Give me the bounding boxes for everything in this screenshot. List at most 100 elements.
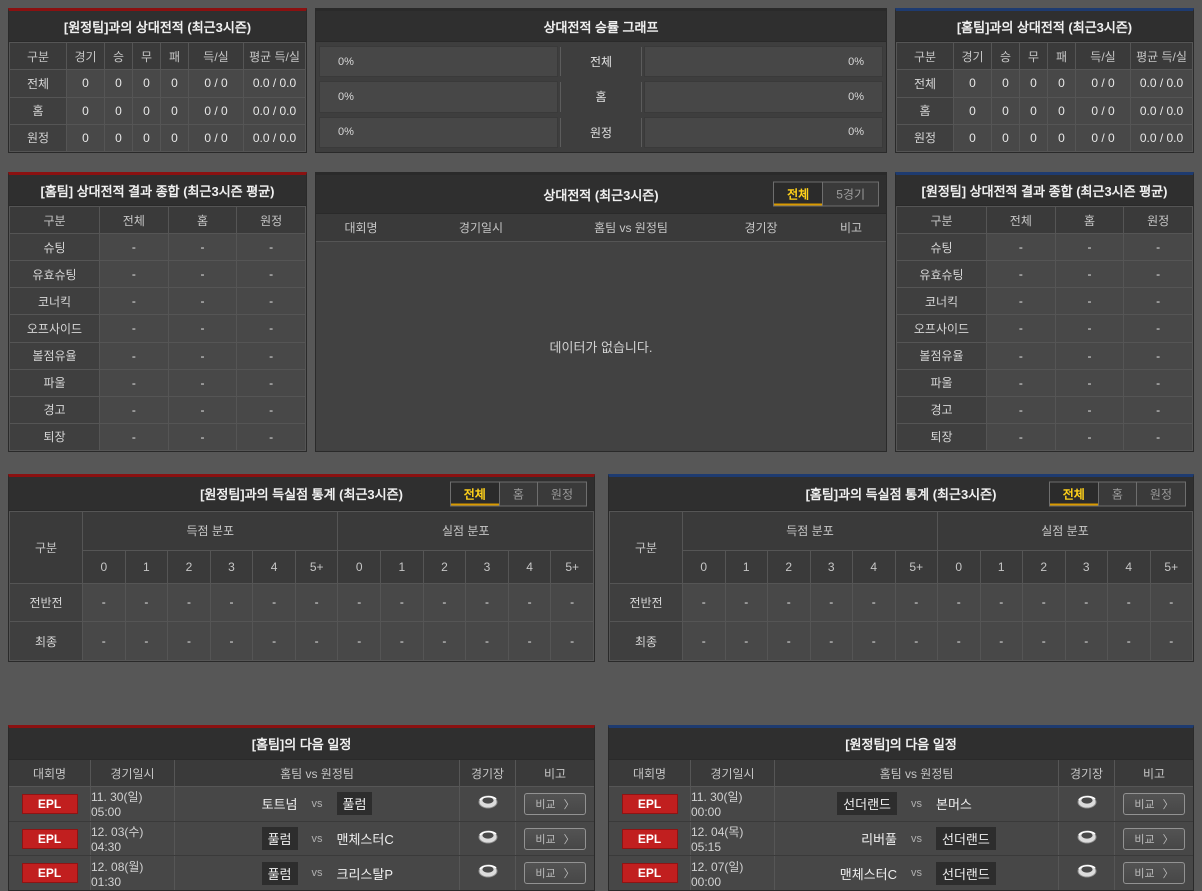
cell: - — [168, 423, 237, 450]
compare-button[interactable]: 비교〉 — [524, 862, 585, 884]
away-team: 선더랜드 — [936, 862, 996, 885]
tab-away[interactable]: 원정 — [537, 482, 586, 505]
compare-button[interactable]: 비교〉 — [1123, 793, 1184, 815]
stadium-icon[interactable] — [1075, 828, 1099, 850]
cell: 0 — [954, 97, 992, 124]
cell: - — [295, 583, 338, 622]
bin-header: 4 — [1108, 550, 1151, 583]
note-cell: 비교〉 — [516, 787, 594, 821]
cell: - — [508, 622, 551, 661]
cell: 0 / 0 — [189, 70, 244, 97]
bin-header: 3 — [466, 550, 509, 583]
bin-header: 3 — [210, 550, 253, 583]
cell: - — [1065, 583, 1108, 622]
cell: - — [1055, 234, 1124, 261]
table-row: 홈 0 0 0 0 0 / 0 0.0 / 0.0 — [897, 97, 1193, 124]
cell: - — [466, 622, 509, 661]
middle-row: [홈팀] 상대전적 결과 종합 (최근3시즌 평균) 구분 전체 홈 원정 슈팅… — [8, 172, 1194, 452]
winrate-value: 0% — [338, 91, 354, 103]
group-header-row: 구분 득점 분포 실점 분포 — [610, 512, 1193, 551]
compare-button[interactable]: 비교〉 — [1123, 828, 1184, 850]
cell: 0 / 0 — [1076, 70, 1131, 97]
row-label: 슈팅 — [10, 234, 100, 261]
row-label: 퇴장 — [10, 423, 100, 450]
row-label: 코너킥 — [897, 288, 987, 315]
cell: - — [1124, 396, 1193, 423]
panel-title-text: [홈팀]과의 득실점 통계 (최근3시즌) — [806, 484, 997, 503]
cell: 0 — [992, 97, 1020, 124]
cell: - — [381, 583, 424, 622]
panel-title: [원정팀]의 다음 일정 — [609, 728, 1193, 760]
row-label: 전체 — [897, 70, 954, 97]
cell: 0 — [954, 124, 992, 151]
tab-all[interactable]: 전체 — [451, 482, 499, 505]
home-winrate-bar: 0% — [319, 46, 558, 77]
table-row: 전반전 ------ ------ — [10, 583, 594, 622]
datetime-cell: 11. 30(일) 00:00 — [691, 787, 775, 821]
tab-home[interactable]: 홈 — [499, 482, 537, 505]
cell: 0.0 / 0.0 — [244, 97, 306, 124]
bin-header: 2 — [168, 550, 211, 583]
group-header-conceded: 실점 분포 — [938, 512, 1193, 551]
cell: 0 — [992, 70, 1020, 97]
panel-h2h-matches: 상대전적 (최근3시즌) 전체 5경기 대회명 경기일시 홈팀 vs 원정팀 경… — [315, 172, 887, 452]
cell: - — [168, 396, 237, 423]
graph-row-label: 홈 — [560, 82, 642, 111]
chevron-right-icon: 〉 — [564, 865, 575, 881]
graph-row-label: 원정 — [560, 118, 642, 147]
cell: - — [1150, 622, 1193, 661]
col-header-match: 홈팀 vs 원정팀 — [556, 219, 706, 236]
datetime-cell: 12. 08(월) 01:30 — [91, 856, 175, 890]
home-team: 토트넘 — [262, 794, 298, 813]
tab-all[interactable]: 전체 — [774, 183, 822, 206]
compare-button[interactable]: 비교〉 — [524, 828, 585, 850]
cell: - — [237, 261, 306, 288]
stadium-icon[interactable] — [1075, 862, 1099, 884]
datetime-cell: 11. 30(일) 05:00 — [91, 787, 175, 821]
tab-last5[interactable]: 5경기 — [822, 183, 878, 206]
stadium-icon[interactable] — [1075, 793, 1099, 815]
chevron-right-icon: 〉 — [564, 796, 575, 812]
cell: - — [987, 396, 1056, 423]
row-label: 볼점유율 — [897, 342, 987, 369]
league-cell: EPL — [609, 822, 691, 856]
stadium-icon[interactable] — [476, 793, 500, 815]
col-header: 홈 — [168, 207, 237, 234]
bin-header: 5+ — [295, 550, 338, 583]
match-cell: 토트넘 vs 풀럼 — [175, 787, 460, 821]
cell: - — [987, 315, 1056, 342]
table-header-row: 구분 경기 승 무 패 득/실 평균 득/실 — [10, 43, 306, 70]
stadium-cell — [1059, 822, 1115, 856]
schedule-row-item: EPL 12. 07(일) 00:00 맨체스터C vs 선더랜드 비교〉 — [609, 856, 1193, 890]
vs-label: vs — [911, 833, 922, 845]
group-header-scored: 득점 분포 — [83, 512, 338, 551]
compare-button[interactable]: 비교〉 — [524, 793, 585, 815]
away-winrate-bar: 0% — [644, 46, 883, 77]
col-header-league: 대회명 — [609, 760, 691, 786]
table-row: 볼점유율--- — [10, 342, 306, 369]
stadium-icon[interactable] — [476, 862, 500, 884]
panel-home-summary: [홈팀] 상대전적 결과 종합 (최근3시즌 평균) 구분 전체 홈 원정 슈팅… — [8, 172, 307, 452]
cell: 0 — [133, 97, 161, 124]
row-label: 경고 — [897, 396, 987, 423]
tab-home[interactable]: 홈 — [1098, 482, 1136, 505]
row-label: 최종 — [610, 622, 683, 661]
cell: - — [253, 583, 296, 622]
row-label: 전반전 — [610, 583, 683, 622]
cell: - — [1124, 369, 1193, 396]
cell: - — [1124, 423, 1193, 450]
cell: - — [768, 622, 811, 661]
col-header: 원정 — [1124, 207, 1193, 234]
league-cell: EPL — [609, 787, 691, 821]
cell: - — [810, 622, 853, 661]
compare-button[interactable]: 비교〉 — [1123, 862, 1184, 884]
cell: - — [100, 369, 169, 396]
cell: - — [125, 583, 168, 622]
tab-all[interactable]: 전체 — [1050, 482, 1098, 505]
record-table: 구분 경기 승 무 패 득/실 평균 득/실 전체 0 0 0 0 0 / 0 … — [9, 42, 306, 152]
tab-away[interactable]: 원정 — [1136, 482, 1185, 505]
stadium-icon[interactable] — [476, 828, 500, 850]
table-row: 홈 0 0 0 0 0 / 0 0.0 / 0.0 — [10, 97, 306, 124]
cell: - — [1055, 342, 1124, 369]
schedule-row-item: EPL 12. 04(목) 05:15 리버풀 vs 선더랜드 비교〉 — [609, 822, 1193, 857]
